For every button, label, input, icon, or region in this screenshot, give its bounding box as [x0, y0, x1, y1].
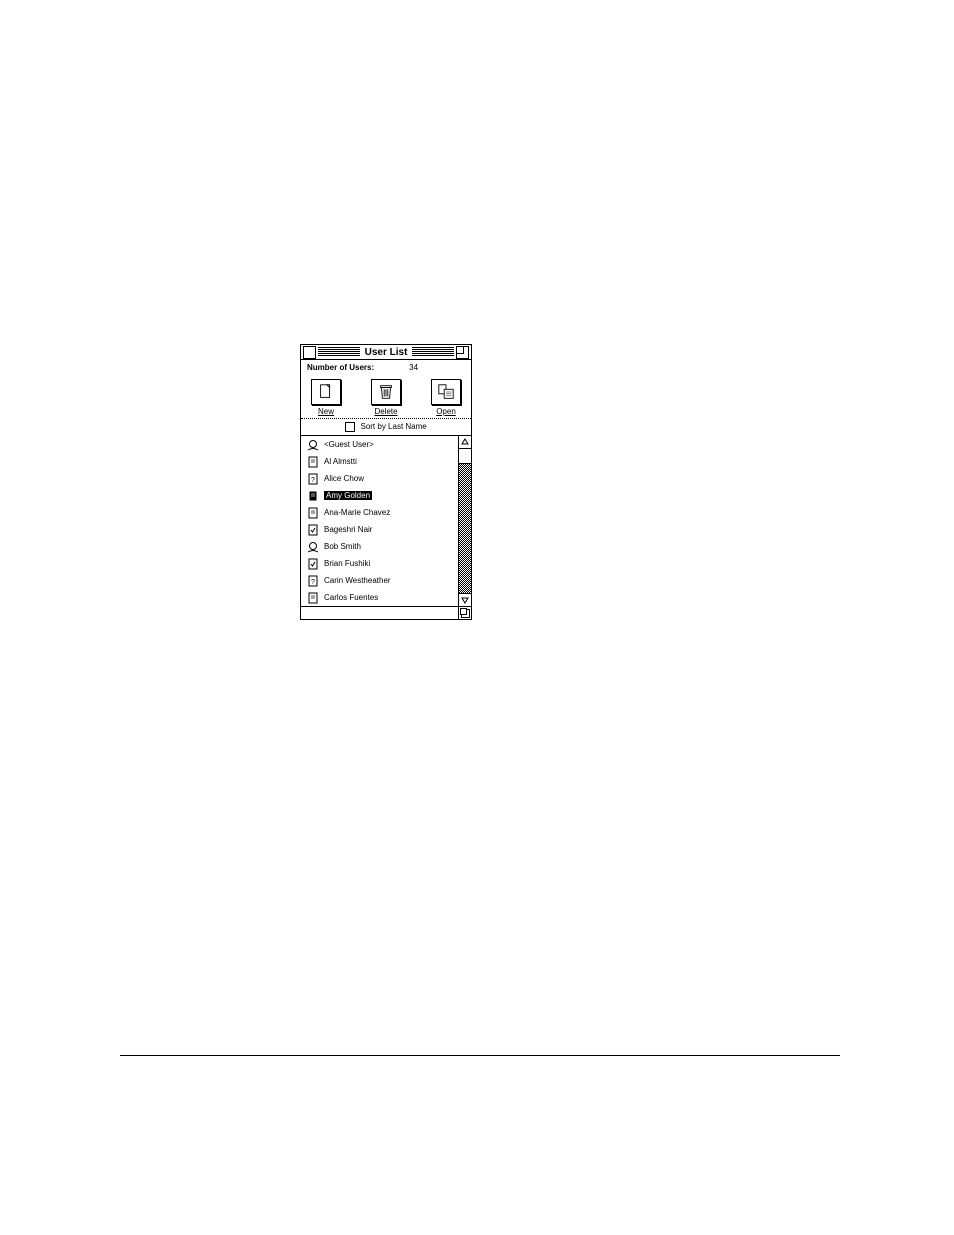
user-name: Bageshri Nair	[324, 525, 372, 534]
delete-button[interactable]: Delete	[371, 379, 401, 416]
zoom-icon[interactable]	[456, 346, 469, 359]
list-item[interactable]: Al Almstti	[301, 453, 458, 470]
new-document-icon	[311, 379, 341, 405]
page-divider	[120, 1055, 840, 1056]
open-label: Open	[436, 407, 456, 416]
sort-label: Sort by Last Name	[360, 422, 426, 431]
user-name: Carlos Fuentes	[324, 593, 378, 602]
scroll-thumb[interactable]	[459, 449, 471, 464]
scroll-down-icon[interactable]	[459, 593, 471, 606]
sort-checkbox[interactable]	[345, 422, 355, 432]
list-item[interactable]: <Guest User>	[301, 436, 458, 453]
trash-icon	[371, 379, 401, 405]
list-item[interactable]: Amy Golden	[301, 487, 458, 504]
user-name: Ana-Marie Chavez	[324, 508, 390, 517]
user-name: Bob Smith	[324, 542, 361, 551]
user-count-label: Number of Users:	[307, 363, 374, 372]
user-name: Alice Chow	[324, 474, 364, 483]
new-label: New	[318, 407, 334, 416]
open-document-icon	[431, 379, 461, 405]
user-icon	[306, 490, 320, 502]
list-item[interactable]: Brian Fushiki	[301, 555, 458, 572]
sort-bar: Sort by Last Name	[301, 419, 471, 435]
list-item[interactable]: ? Alice Chow	[301, 470, 458, 487]
list-item[interactable]: Ana-Marie Chavez	[301, 504, 458, 521]
titlebar-texture-left	[318, 347, 360, 357]
list-item[interactable]: ? Carin Westheather	[301, 572, 458, 589]
scroll-up-icon[interactable]	[459, 436, 471, 449]
toolbar: New Delete	[301, 375, 471, 419]
close-icon[interactable]	[303, 346, 316, 359]
user-count-value: 34	[409, 363, 418, 372]
svg-text:?: ?	[311, 579, 315, 586]
user-name: <Guest User>	[324, 440, 374, 449]
user-icon	[306, 592, 320, 604]
info-bar: Number of Users: 34	[301, 360, 471, 375]
open-button[interactable]: Open	[431, 379, 461, 416]
new-button[interactable]: New	[311, 379, 341, 416]
list-container: <Guest User> Al Almstti? Alice Chow Amy Gol…	[301, 435, 471, 606]
user-list[interactable]: <Guest User> Al Almstti? Alice Chow Amy Gol…	[301, 436, 458, 606]
svg-text:?: ?	[311, 477, 315, 484]
user-name: Al Almstti	[324, 457, 357, 466]
list-item[interactable]: Bageshri Nair	[301, 521, 458, 538]
list-item[interactable]: Bob Smith	[301, 538, 458, 555]
user-icon: ?	[306, 473, 320, 485]
user-icon: ?	[306, 575, 320, 587]
bottom-bar	[301, 606, 471, 619]
titlebar-texture-right	[412, 347, 454, 357]
user-icon	[306, 524, 320, 536]
user-name: Brian Fushiki	[324, 559, 370, 568]
titlebar[interactable]: User List	[301, 345, 471, 360]
user-list-window: User List Number of Users: 34 New	[300, 344, 472, 620]
list-item[interactable]: Carlos Fuentes	[301, 589, 458, 606]
scrollbar[interactable]	[458, 436, 471, 606]
user-name: Amy Golden	[324, 491, 372, 500]
user-name: Carin Westheather	[324, 576, 391, 585]
user-icon	[306, 558, 320, 570]
scroll-track[interactable]	[459, 449, 471, 593]
delete-label: Delete	[374, 407, 397, 416]
user-icon	[306, 439, 320, 451]
resize-handle-icon[interactable]	[458, 607, 471, 619]
user-icon	[306, 541, 320, 553]
user-icon	[306, 507, 320, 519]
window-title: User List	[360, 347, 413, 358]
user-icon	[306, 456, 320, 468]
